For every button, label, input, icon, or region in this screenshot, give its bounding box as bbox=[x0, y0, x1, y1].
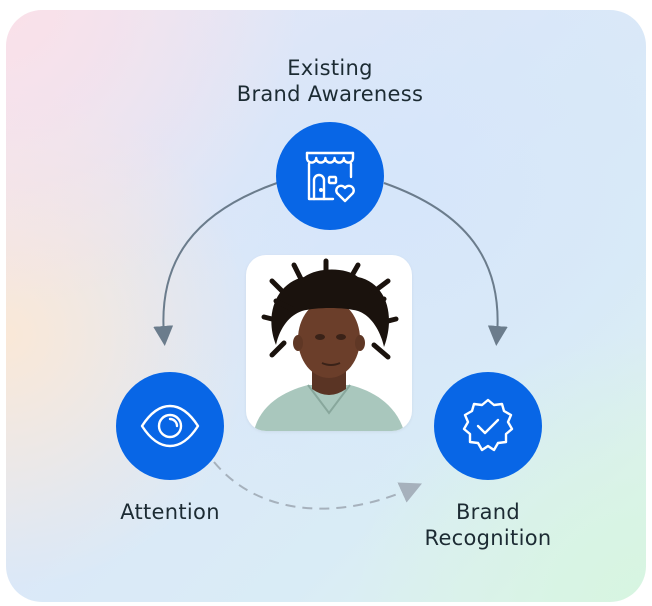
eye-icon bbox=[140, 404, 200, 448]
storefront-heart-icon bbox=[305, 151, 355, 203]
node-attention bbox=[116, 372, 224, 480]
node-existing-brand-awareness bbox=[276, 122, 384, 230]
node-brand-recognition bbox=[434, 372, 542, 480]
center-photo-card bbox=[246, 255, 412, 431]
verified-badge-icon bbox=[462, 398, 514, 452]
portrait-photo bbox=[254, 258, 404, 431]
label-brand-recognition: Brand Recognition bbox=[424, 500, 552, 550]
label-existing-brand-awareness: Existing Brand Awareness bbox=[236, 56, 424, 106]
label-attention: Attention bbox=[120, 500, 220, 524]
